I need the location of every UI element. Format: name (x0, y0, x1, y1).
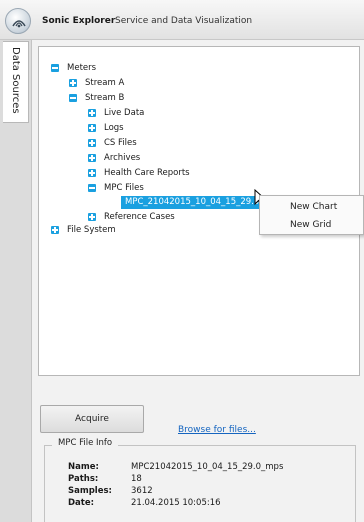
samples-value: 3612 (131, 486, 153, 496)
tree-item-label: MPC Files (104, 183, 144, 193)
expand-icon[interactable] (88, 169, 96, 177)
tree-item-live-data[interactable]: Live Data (88, 107, 144, 119)
tree-item-label: Reference Cases (104, 212, 175, 222)
context-menu: New Chart New Grid (259, 195, 364, 235)
tree-item-stream-b[interactable]: Stream B (69, 92, 124, 104)
tree-item-stream-a[interactable]: Stream A (69, 77, 124, 89)
browse-files-link[interactable]: Browse for files... (178, 425, 256, 435)
tree-item-meters[interactable]: Meters (51, 62, 96, 74)
mpc-file-info-legend: MPC File Info (52, 438, 119, 448)
menu-item-new-chart[interactable]: New Chart (290, 202, 337, 212)
paths-label: Paths: (68, 474, 99, 484)
tab-data-sources-label: Data Sources (10, 47, 21, 114)
paths-value: 18 (131, 474, 142, 484)
name-label: Name: (68, 462, 99, 472)
collapse-icon[interactable] (88, 184, 96, 192)
title-bar: Sonic Explorer Service and Data Visualiz… (0, 0, 364, 40)
tree-item-label: Live Data (104, 108, 145, 118)
collapse-icon[interactable] (51, 64, 59, 72)
tree-item-file-system[interactable]: File System (51, 224, 116, 236)
expand-icon[interactable] (88, 124, 96, 132)
acquire-button[interactable]: Acquire (40, 405, 144, 433)
name-value: MPC21042015_10_04_15_29.0_mps (131, 462, 284, 472)
tree-item-cs-files[interactable]: CS Files (88, 137, 137, 149)
tree-item-reference-cases[interactable]: Reference Cases (88, 211, 175, 223)
tree-item-label: Meters (67, 63, 97, 73)
menu-item-new-grid[interactable]: New Grid (290, 220, 331, 230)
tab-data-sources[interactable]: Data Sources (3, 41, 29, 123)
expand-icon[interactable] (88, 139, 96, 147)
tree-item-label: Archives (104, 153, 141, 163)
tree-item-health-care-reports[interactable]: Health Care Reports (88, 167, 190, 179)
date-label: Date: (68, 498, 95, 508)
tree-item-label: Health Care Reports (104, 168, 190, 178)
app-subtitle: Service and Data Visualization (115, 16, 253, 26)
collapse-icon[interactable] (69, 94, 77, 102)
expand-icon[interactable] (51, 226, 59, 234)
samples-label: Samples: (68, 486, 112, 496)
expand-icon[interactable] (88, 154, 96, 162)
expand-icon[interactable] (88, 109, 96, 117)
tree-item-label: Logs (104, 123, 124, 133)
expand-icon[interactable] (69, 79, 77, 87)
side-tab-strip: Data Sources (0, 40, 32, 522)
tree-item-mpc-files[interactable]: MPC Files (88, 182, 144, 194)
tree-item-label: CS Files (104, 138, 137, 148)
sonic-explorer-logo-icon[interactable] (5, 8, 31, 34)
tree-item-label: File System (67, 225, 116, 235)
date-value: 21.04.2015 10:05:16 (131, 498, 221, 508)
tree-item-archives[interactable]: Archives (88, 152, 140, 164)
tree-item-label: Stream A (85, 78, 125, 88)
tree-item-logs[interactable]: Logs (88, 122, 124, 134)
app-title: Sonic Explorer (42, 16, 116, 26)
expand-icon[interactable] (88, 213, 96, 221)
tree-item-label: Stream B (85, 93, 125, 103)
